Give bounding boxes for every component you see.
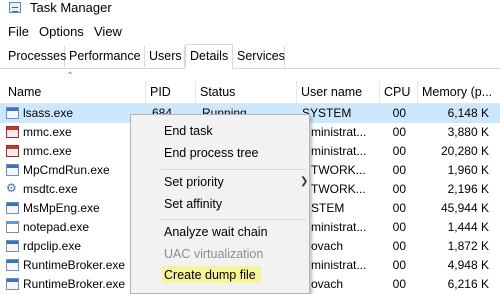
process-name: notepad.exe — [23, 220, 90, 234]
process-cpu: 00 — [392, 182, 406, 196]
process-memory: 1,872 K — [447, 239, 489, 253]
process-cpu: 00 — [392, 277, 406, 291]
menu-item-label: Analyze wait chain — [164, 225, 268, 239]
column-header-cpu[interactable]: CPU — [380, 81, 418, 103]
process-cpu: 00 — [392, 106, 406, 120]
process-memory: 3,880 K — [447, 125, 489, 139]
process-name: msdtc.exe — [23, 182, 78, 196]
task-manager-icon — [9, 2, 21, 13]
process-cpu: 00 — [392, 220, 406, 234]
tab-processes[interactable]: Processes — [4, 46, 66, 67]
menu-options[interactable]: Options — [39, 24, 84, 40]
menu-bar: File Options View — [0, 22, 500, 42]
process-name: RuntimeBroker.exe — [23, 258, 126, 272]
menu-view[interactable]: View — [94, 24, 122, 40]
window-icon — [6, 202, 19, 214]
chevron-right-icon: ❯ — [300, 176, 309, 187]
process-cpu: 00 — [392, 258, 406, 272]
window-icon — [6, 107, 19, 119]
column-header-user[interactable]: User name — [297, 81, 380, 103]
process-user: SYSTEM — [302, 106, 352, 120]
menu-item-set-priority[interactable]: Set priority ❯ — [131, 171, 309, 193]
process-memory: 1,960 K — [447, 163, 489, 177]
window-icon — [6, 259, 19, 271]
column-header-name[interactable]: Name — [0, 81, 146, 103]
process-user: TWORK... — [311, 163, 366, 177]
process-name: MsMpEng.exe — [23, 201, 100, 215]
menu-item-end-process-tree[interactable]: End process tree — [131, 142, 309, 164]
column-header-pid[interactable]: PID — [146, 81, 196, 103]
tab-services[interactable]: Services — [233, 46, 285, 67]
process-user: ovach — [311, 277, 344, 291]
process-memory: 20,280 K — [440, 144, 489, 158]
process-name: MpCmdRun.exe — [23, 163, 110, 177]
menu-item-create-dump-file[interactable]: Create dump file — [131, 264, 309, 286]
menu-item-set-affinity[interactable]: Set affinity — [131, 193, 309, 215]
gear-icon — [6, 181, 19, 195]
process-cpu: 00 — [392, 201, 406, 215]
tab-users[interactable]: Users — [145, 46, 185, 67]
tab-bar: Processes Performance Users Details Serv… — [0, 44, 500, 69]
process-user: ovach — [311, 239, 344, 253]
process-memory: 6,216 K — [447, 277, 489, 291]
process-memory: 1,444 K — [447, 220, 489, 234]
process-name: mmc.exe — [23, 144, 72, 158]
menu-item-end-task[interactable]: End task — [131, 120, 309, 142]
column-header-row: Name PID Status User name CPU Memory (p.… — [0, 81, 500, 104]
process-user: TWORK... — [311, 182, 366, 196]
menu-item-uac-virtualization: UAC virtualization — [131, 243, 309, 265]
process-cpu: 00 — [392, 239, 406, 253]
process-memory: 2,196 K — [447, 182, 489, 196]
process-memory: 45,944 K — [440, 201, 489, 215]
menu-item-label: Set priority — [164, 175, 224, 189]
process-name: rdpclip.exe — [23, 239, 82, 253]
menu-separator — [161, 169, 306, 170]
tab-performance[interactable]: Performance — [65, 46, 145, 67]
column-header-memory[interactable]: Memory (p... — [418, 81, 500, 103]
window-title: Task Manager — [30, 0, 112, 15]
tab-details[interactable]: Details — [185, 44, 233, 69]
notepad-icon — [6, 221, 19, 233]
window-icon — [6, 278, 19, 290]
process-name: mmc.exe — [23, 125, 72, 139]
window-icon — [6, 240, 19, 252]
process-name: lsass.exe — [23, 106, 74, 120]
process-name: RuntimeBroker.exe — [23, 277, 126, 291]
process-memory: 4,948 K — [447, 258, 489, 272]
process-user: ministrat... — [311, 258, 367, 272]
menu-item-analyze-wait-chain[interactable]: Analyze wait chain — [131, 221, 309, 243]
window-icon — [6, 164, 19, 176]
menu-item-label: End process tree — [164, 146, 259, 160]
menu-file[interactable]: File — [8, 24, 29, 40]
menu-item-label: End task — [164, 124, 213, 138]
menu-item-label: UAC virtualization — [164, 247, 264, 261]
process-cpu: 00 — [392, 125, 406, 139]
menu-separator — [161, 219, 306, 220]
process-user: ministrat... — [311, 144, 367, 158]
process-user: ministrat... — [311, 125, 367, 139]
menu-item-label: Set affinity — [164, 197, 223, 211]
process-cpu: 00 — [392, 144, 406, 158]
process-user: STEM — [311, 201, 345, 215]
column-header-status[interactable]: Status — [196, 81, 297, 103]
title-bar: Task Manager — [0, 0, 500, 20]
mmc-icon — [6, 126, 19, 138]
process-memory: 6,148 K — [447, 106, 489, 120]
mmc-icon — [6, 145, 19, 157]
process-user: ministrat... — [311, 220, 367, 234]
process-cpu: 00 — [392, 163, 406, 177]
menu-item-label: Create dump file — [164, 268, 256, 282]
